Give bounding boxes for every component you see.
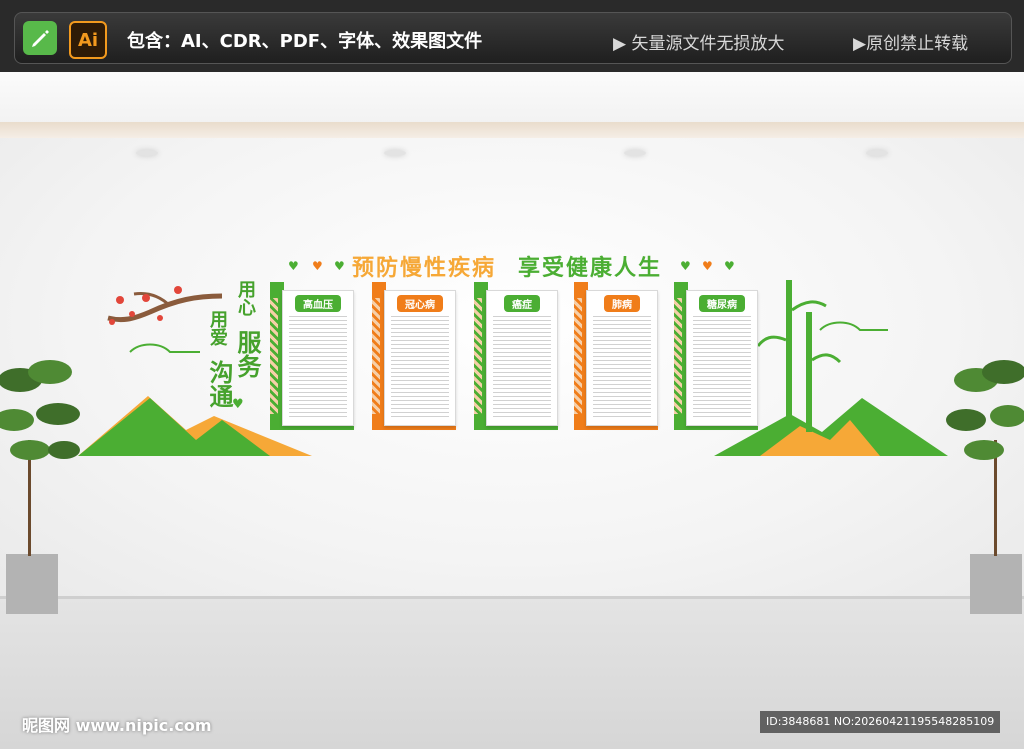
panel-text-block [693, 313, 751, 419]
blossom [116, 296, 124, 304]
plant-pot-right [970, 554, 1022, 614]
blossom [174, 286, 182, 294]
slogan-line-1: 用心 [235, 280, 256, 316]
panel-text-block [493, 313, 551, 419]
lattice-pattern [474, 298, 482, 414]
blossom [142, 294, 150, 302]
plant-leaf [964, 440, 1004, 460]
heart-icon: ♥ [288, 259, 299, 273]
blossom [157, 315, 163, 321]
plant-leaf [946, 409, 986, 431]
panel-title: 冠心病 [397, 295, 443, 312]
lattice-pattern [574, 298, 582, 414]
panel-title: 糖尿病 [699, 295, 745, 312]
info-panel: 癌症 [474, 282, 558, 430]
slogan-line-4: 沟通 [205, 360, 233, 408]
bamboo-stalk [806, 312, 812, 432]
image-id-label: ID:3848681 NO:20260421195548285109 [760, 711, 1001, 733]
blossom [129, 311, 135, 317]
heart-icon: ♥ [702, 259, 713, 273]
plant-leaf [28, 360, 72, 384]
headline-left: 预防慢性疾病 [352, 256, 497, 281]
panel-card: 癌症 [486, 290, 558, 426]
blossom [109, 319, 115, 325]
plant-leaf [10, 440, 50, 460]
cloud-icon [129, 343, 200, 353]
panel-card: 高血压 [282, 290, 354, 426]
info-panel: 糖尿病 [674, 282, 758, 430]
lattice-pattern [270, 298, 278, 414]
plant-leaf [48, 441, 80, 459]
cloud-icon [819, 321, 888, 331]
info-panel: 肺病 [574, 282, 658, 430]
panel-text-block [593, 313, 651, 419]
heart-icon: ♥ [312, 259, 323, 273]
heart-icon: ♥ [680, 259, 691, 273]
panel-text-block [391, 313, 449, 419]
heart-icon: ♥ [724, 259, 735, 273]
panel-text-block [289, 313, 347, 419]
panel-card: 肺病 [586, 290, 658, 426]
plant-leaf [0, 409, 34, 431]
lattice-pattern [372, 298, 380, 414]
panel-card: 糖尿病 [686, 290, 758, 426]
plant-pot-left [6, 554, 58, 614]
panel-title: 肺病 [604, 295, 640, 312]
heart-icon: ♥ [334, 259, 345, 273]
slogan-line-3: 用爱 [207, 310, 228, 346]
plant-leaf [36, 403, 80, 425]
bamboo-stalk [786, 280, 792, 430]
panel-title: 高血压 [295, 295, 341, 312]
site-watermark: 昵图网 www.nipic.com [22, 716, 212, 735]
panel-title: 癌症 [504, 295, 540, 312]
panel-card: 冠心病 [384, 290, 456, 426]
info-panel: 冠心病 [372, 282, 456, 430]
plant-leaf [982, 360, 1024, 384]
plant-leaf [990, 405, 1024, 427]
info-panel: 高血压 [270, 282, 354, 430]
lattice-pattern [674, 298, 682, 414]
headline-right: 享受健康人生 [518, 256, 663, 281]
